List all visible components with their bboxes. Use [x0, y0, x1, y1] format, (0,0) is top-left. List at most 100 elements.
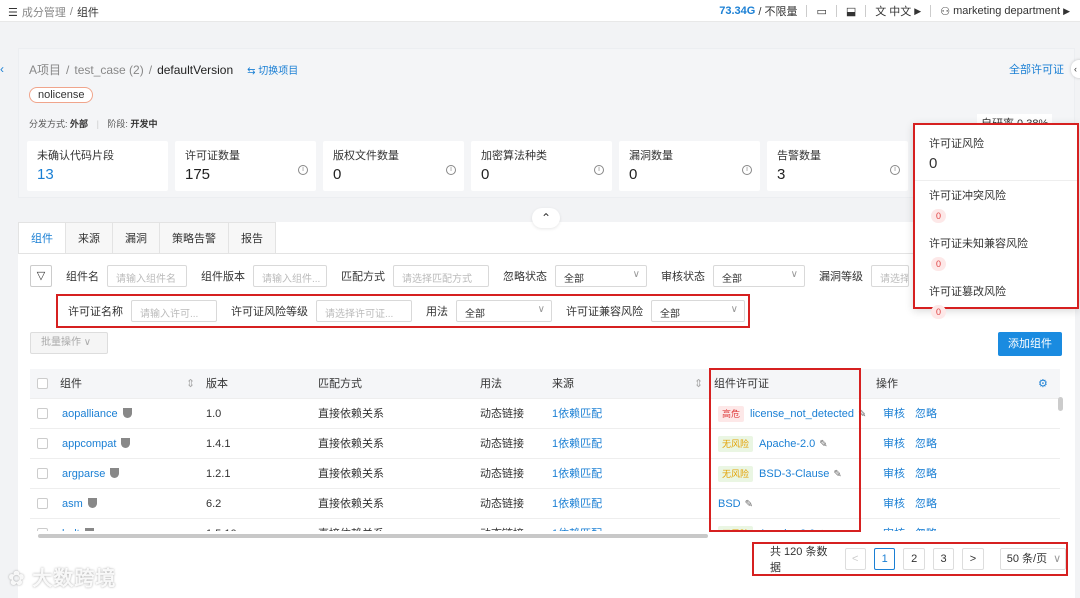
component-name[interactable]: bolt — [62, 528, 80, 531]
table-row[interactable]: asm 6.2 直接依赖关系 动态链接 1依赖匹配 BSD ✎ 审核 忽略 — [30, 489, 1060, 519]
table-row[interactable]: aopalliance 1.0 直接依赖关系 动态链接 1依赖匹配 高危 license_n… — [30, 399, 1060, 429]
audit-status-select[interactable]: 全部 ∨ — [713, 265, 805, 287]
info-icon[interactable]: i — [446, 165, 456, 175]
message-icon[interactable]: ▭ — [816, 5, 826, 18]
all-licenses-link[interactable]: 全部许可证 — [1009, 61, 1064, 77]
component-name[interactable]: appcompat — [62, 438, 116, 450]
page-1-button[interactable]: 1 — [873, 548, 896, 570]
left-expand-handle[interactable]: ‹ — [0, 62, 6, 76]
stat-label: 许可证数量 — [185, 150, 240, 162]
ignore-link[interactable]: 忽略 — [915, 399, 937, 429]
row-checkbox[interactable] — [37, 438, 48, 449]
breadcrumb-parent[interactable]: 成分管理 — [22, 4, 66, 20]
page-3-button[interactable]: 3 — [932, 548, 955, 570]
select-value: 50 条/页 — [1006, 553, 1048, 565]
component-name-link[interactable]: asm — [62, 489, 97, 519]
stat-crypto-algorithms[interactable]: 加密算法种类 0 i — [471, 141, 612, 191]
tab-components[interactable]: 组件 — [18, 222, 66, 254]
component-name-link[interactable]: bolt — [62, 519, 94, 531]
info-icon[interactable]: i — [742, 165, 752, 175]
component-name-link[interactable]: argparse — [62, 459, 120, 489]
component-version: 1.2.1 — [206, 468, 231, 480]
usage: 动态链接 — [480, 519, 524, 531]
source-link[interactable]: 1依赖匹配 — [552, 459, 602, 489]
select-all-checkbox[interactable] — [37, 378, 48, 389]
col-component[interactable]: 组件 — [60, 369, 82, 399]
row-checkbox[interactable] — [37, 468, 48, 479]
next-page-button[interactable]: > — [962, 548, 984, 570]
add-component-button[interactable]: 添加组件 — [998, 332, 1062, 356]
ignore-link[interactable]: 忽略 — [915, 489, 937, 519]
table-row[interactable]: bolt1.5.10直接依赖关系动态链接1依赖匹配无风险Apache-2.0✎审… — [30, 519, 1060, 531]
row-checkbox[interactable] — [37, 498, 48, 509]
sort-icon[interactable]: ⇕ — [694, 369, 703, 399]
stat-license-count[interactable]: 许可证数量 175 i — [175, 141, 316, 191]
audit-link[interactable]: 审核 — [883, 489, 905, 519]
batch-actions-button[interactable]: 批量操作 ∨ — [30, 332, 108, 354]
chevron-down-icon: ∨ — [790, 269, 798, 280]
filter-icon[interactable]: ▽ — [30, 265, 52, 287]
audit-link[interactable]: 审核 — [883, 519, 905, 531]
language-selector[interactable]: 中文 — [889, 3, 911, 19]
info-icon[interactable]: i — [298, 165, 308, 175]
ignore-link[interactable]: 忽略 — [915, 429, 937, 459]
stat-copyright-files[interactable]: 版权文件数量 0 i — [323, 141, 464, 191]
component-name-link[interactable]: aopalliance — [62, 399, 132, 429]
component-name[interactable]: argparse — [62, 468, 105, 480]
prev-page-button[interactable]: < — [844, 548, 866, 570]
audit-link[interactable]: 审核 — [883, 399, 905, 429]
license-risk-select[interactable]: 请选择许可证... — [316, 300, 412, 322]
ignore-link[interactable]: 忽略 — [915, 519, 937, 531]
vertical-scrollbar[interactable] — [1058, 397, 1063, 411]
usage-select[interactable]: 全部 ∨ — [456, 300, 552, 322]
audit-link[interactable]: 审核 — [883, 459, 905, 489]
collapse-summary-button[interactable]: ⌃ — [532, 208, 560, 228]
ignore-link[interactable]: 忽略 — [915, 459, 937, 489]
right-collapse-handle[interactable]: ‹ — [1071, 60, 1080, 78]
license-compat-select[interactable]: 全部 ∨ — [651, 300, 745, 322]
row-checkbox[interactable] — [37, 408, 48, 419]
license-name-input[interactable]: 请输入许可... — [131, 300, 217, 322]
project-test: test_case (2) — [74, 62, 144, 77]
sort-icon[interactable]: ⇕ — [186, 369, 195, 399]
download-icon[interactable]: ⬓ — [846, 5, 856, 18]
menu-icon[interactable]: ☰ — [8, 6, 18, 19]
component-version-input[interactable]: 请输入组件... — [253, 265, 327, 287]
vuln-level-select[interactable]: 请选择 — [871, 265, 909, 287]
component-name-link[interactable]: appcompat — [62, 429, 131, 459]
source-link[interactable]: 1依赖匹配 — [552, 489, 602, 519]
stats-row: 未确认代码片段 13 许可证数量 175 i 版权文件数量 0 i 加密算法种类… — [27, 141, 908, 191]
source-link[interactable]: 1依赖匹配 — [552, 519, 602, 531]
match-mode-select[interactable]: 请选择匹配方式 — [393, 265, 489, 287]
stage-label: 阶段: — [107, 119, 128, 129]
column-settings-icon[interactable]: ⚙ — [1038, 369, 1048, 399]
components-table: 组件 ⇕ 版本 匹配方式 用法 来源 ⇕ 组件许可证 操作 ⚙ aopallia… — [30, 369, 1060, 531]
stat-label: 漏洞数量 — [629, 150, 673, 162]
tab-vulnerabilities[interactable]: 漏洞 — [112, 222, 160, 254]
source-link[interactable]: 1依赖匹配 — [552, 429, 602, 459]
component-name[interactable]: aopalliance — [62, 408, 118, 420]
user-name[interactable]: marketing department — [953, 5, 1060, 17]
source-link[interactable]: 1依赖匹配 — [552, 399, 602, 429]
tab-reports[interactable]: 报告 — [228, 222, 276, 254]
info-icon[interactable]: i — [890, 165, 900, 175]
row-checkbox[interactable] — [37, 528, 48, 531]
component-name[interactable]: asm — [62, 498, 83, 510]
language-icon[interactable]: 文 — [875, 3, 886, 19]
audit-link[interactable]: 审核 — [883, 429, 905, 459]
stat-unconfirmed-snippets[interactable]: 未确认代码片段 13 — [27, 141, 168, 191]
horizontal-scrollbar[interactable] — [38, 534, 708, 538]
stat-alerts[interactable]: 告警数量 3 i — [767, 141, 908, 191]
table-row[interactable]: argparse 1.2.1 直接依赖关系 动态链接 1依赖匹配 无风险 BSD-3-Cla… — [30, 459, 1060, 489]
filter-label: 许可证兼容风险 — [566, 306, 643, 318]
tab-policy-alerts[interactable]: 策略告警 — [159, 222, 229, 254]
ignore-status-select[interactable]: 全部 ∨ — [555, 265, 647, 287]
page-size-select[interactable]: 50 条/页 ∨ — [999, 548, 1067, 570]
stat-vulnerabilities[interactable]: 漏洞数量 0 i — [619, 141, 760, 191]
component-name-input[interactable]: 请输入组件名 — [107, 265, 187, 287]
tab-sources[interactable]: 来源 — [65, 222, 113, 254]
table-row[interactable]: appcompat 1.4.1 直接依赖关系 动态链接 1依赖匹配 无风险 Apache-2… — [30, 429, 1060, 459]
switch-project-link[interactable]: ⇆ 切换项目 — [247, 62, 298, 77]
page-2-button[interactable]: 2 — [903, 548, 925, 570]
info-icon[interactable]: i — [594, 165, 604, 175]
